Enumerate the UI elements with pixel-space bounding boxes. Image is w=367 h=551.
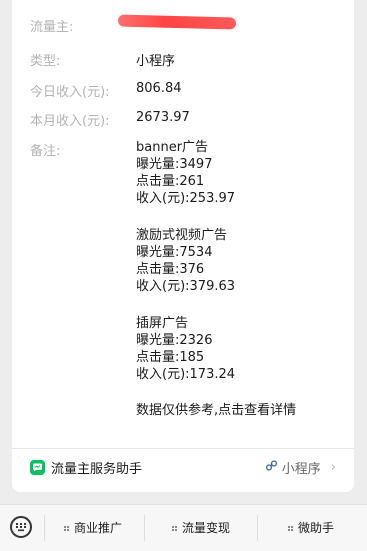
details-link-text[interactable]: 数据仅供参考,点击查看详情 xyxy=(136,403,296,419)
interstitial-income: 收入(元):173.24 xyxy=(136,367,236,382)
keyboard-icon[interactable] xyxy=(10,516,32,538)
type-value: 小程序 xyxy=(136,54,176,69)
note-label: 备注: xyxy=(30,144,61,159)
banner-exposure: 曝光量:3497 xyxy=(136,157,213,172)
bottom-menu-bar: 商业推广 流量变现 微助手 xyxy=(0,504,367,551)
month-income-label: 本月收入(元): xyxy=(30,114,110,129)
wechat-service-icon xyxy=(30,460,45,475)
rewarded-income: 收入(元):379.63 xyxy=(136,279,236,294)
banner-income: 收入(元):253.97 xyxy=(136,191,236,206)
menu-item-traffic-monetization[interactable]: 流量变现 xyxy=(172,519,230,536)
type-label: 类型: xyxy=(30,54,61,69)
rewarded-title: 激励式视频广告 xyxy=(136,228,228,243)
interstitial-title: 插屏广告 xyxy=(136,316,189,331)
interstitial-exposure: 曝光量:2326 xyxy=(136,333,213,348)
menu-icon xyxy=(172,521,178,535)
month-income-value: 2673.97 xyxy=(136,110,190,125)
rewarded-exposure: 曝光量:7534 xyxy=(136,245,213,260)
menu-item-business-promo[interactable]: 商业推广 xyxy=(64,519,122,536)
service-message-card[interactable]: 流量主: 类型: 小程序 今日收入(元): 806.84 本月收入(元): 26… xyxy=(12,0,354,492)
today-income-value: 806.84 xyxy=(136,81,182,96)
today-income-label: 今日收入(元): xyxy=(30,85,110,100)
interstitial-clicks: 点击量:185 xyxy=(136,350,205,365)
chevron-right-icon: › xyxy=(330,460,336,475)
menu-item-micro-assistant[interactable]: 微助手 xyxy=(288,519,334,536)
redaction-mark xyxy=(117,14,237,30)
menu-item-label: 商业推广 xyxy=(74,521,123,535)
menu-separator xyxy=(144,515,145,541)
menu-icon xyxy=(64,521,70,535)
service-assistant-label: 流量主服务助手 xyxy=(51,462,143,477)
menu-separator xyxy=(44,515,45,541)
card-divider xyxy=(12,448,354,449)
owner-label: 流量主: xyxy=(30,20,74,35)
menu-item-label: 流量变现 xyxy=(182,521,231,535)
rewarded-clicks: 点击量:376 xyxy=(136,262,205,277)
menu-icon xyxy=(288,521,294,535)
mini-program-label: 小程序 xyxy=(281,462,321,477)
menu-item-label: 微助手 xyxy=(298,521,335,535)
mini-program-icon xyxy=(265,459,278,476)
banner-clicks: 点击量:261 xyxy=(136,174,205,189)
menu-separator xyxy=(257,515,258,541)
service-assistant[interactable]: 流量主服务助手 xyxy=(30,458,142,477)
banner-title: banner广告 xyxy=(136,140,209,155)
mini-program-link[interactable]: 小程序 › xyxy=(265,458,336,477)
